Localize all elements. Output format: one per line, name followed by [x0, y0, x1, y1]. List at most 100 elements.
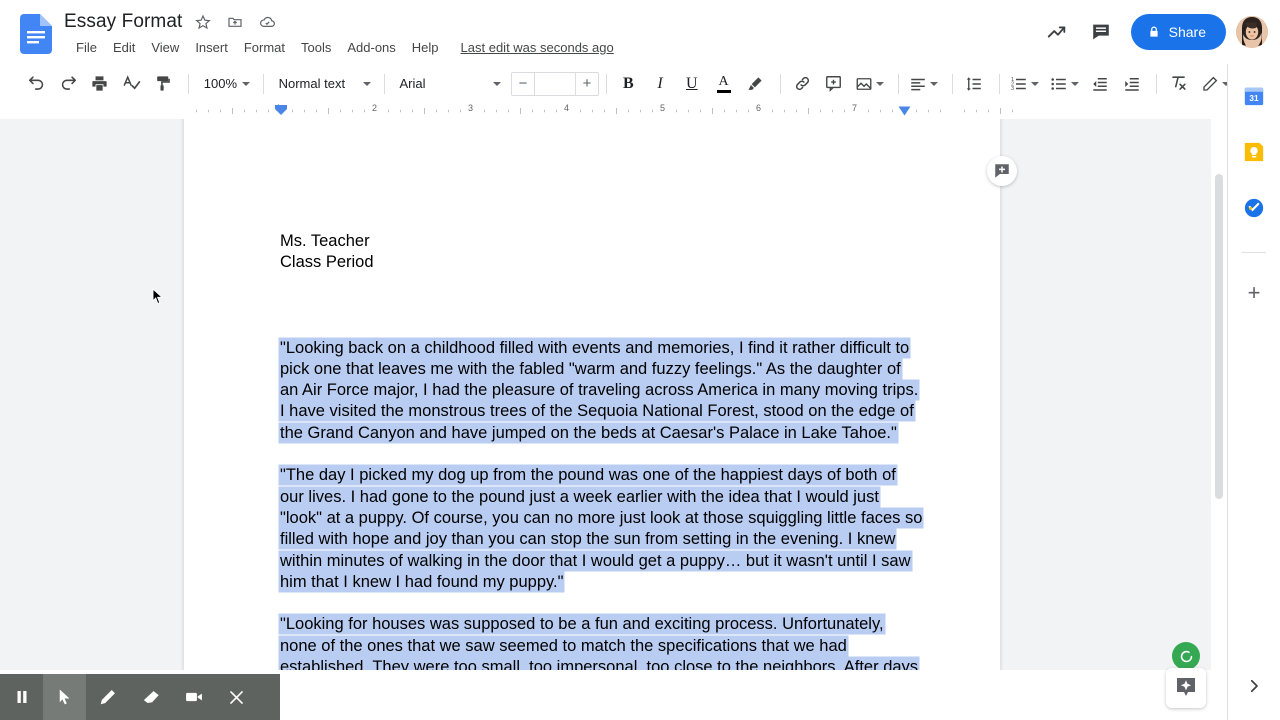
- underline-button[interactable]: U: [677, 69, 706, 99]
- document-text-line[interactable]: within minutes of walking in the door th…: [280, 551, 911, 572]
- ruler-tick-label: 4: [564, 103, 570, 113]
- move-to-folder-icon[interactable]: [224, 11, 246, 33]
- menu-help[interactable]: Help: [404, 39, 447, 56]
- text-color-label: A: [718, 73, 729, 89]
- font-size-input[interactable]: [533, 71, 576, 96]
- document-text-line[interactable]: "Looking for houses was supposed to be a…: [280, 614, 884, 635]
- horizontal-ruler[interactable]: 1234567: [0, 103, 1227, 119]
- document-text-line[interactable]: him that I knew I had found my puppy.": [280, 572, 564, 593]
- last-edit-status[interactable]: Last edit was seconds ago: [461, 40, 614, 55]
- align-left-icon[interactable]: [906, 69, 942, 99]
- add-on-plus-button[interactable]: +: [1242, 281, 1266, 305]
- mouse-cursor: [152, 288, 164, 306]
- menu-add-ons[interactable]: Add-ons: [339, 39, 403, 56]
- font-family-select[interactable]: Arial: [391, 71, 507, 97]
- google-tasks-icon[interactable]: [1242, 196, 1266, 220]
- decrease-indent-icon[interactable]: [1086, 69, 1115, 99]
- bold-button[interactable]: B: [614, 69, 643, 99]
- star-icon[interactable]: [192, 11, 214, 33]
- menu-insert[interactable]: Insert: [187, 39, 236, 56]
- numbered-list-icon[interactable]: 1 2 3: [1007, 69, 1043, 99]
- undo-icon[interactable]: [22, 69, 51, 99]
- document-canvas[interactable]: Ms. Teacher Class Period "Looking back on …: [0, 119, 1227, 670]
- document-text-line[interactable]: our lives. I had gone to the pound just …: [280, 487, 879, 508]
- google-keep-icon[interactable]: [1242, 140, 1266, 164]
- ruler-tick-label: 2: [372, 103, 378, 113]
- close-button[interactable]: [215, 674, 258, 720]
- share-label: Share: [1168, 24, 1206, 40]
- comment-icon[interactable]: [1081, 12, 1121, 52]
- redo-icon[interactable]: [54, 69, 83, 99]
- share-button[interactable]: Share: [1130, 14, 1226, 50]
- document-line-text: filled with hope and joy than you can st…: [280, 530, 896, 549]
- toolbar-divider: [262, 73, 264, 94]
- left-indent-marker[interactable]: [274, 104, 288, 116]
- menu-view[interactable]: View: [143, 39, 187, 56]
- insert-image-icon[interactable]: [851, 69, 887, 99]
- right-indent-marker[interactable]: [898, 106, 911, 117]
- document-line-text: none of the ones that we saw seemed to m…: [280, 636, 847, 655]
- document-line-text: our lives. I had gone to the pound just …: [280, 487, 879, 506]
- menu-file[interactable]: File: [68, 39, 105, 56]
- top-right-actions: Share: [1037, 12, 1268, 52]
- ruler-tick-label: 3: [468, 103, 474, 113]
- title-row: Essay Format: [64, 8, 278, 36]
- document-text-line[interactable]: "The day I picked my dog up from the pou…: [280, 465, 896, 486]
- font-size-increase-button[interactable]: +: [576, 72, 598, 96]
- clear-formatting-icon[interactable]: [1164, 69, 1193, 99]
- user-avatar[interactable]: [1236, 16, 1268, 48]
- add-comment-icon[interactable]: [819, 69, 848, 99]
- document-scrollbar[interactable]: [1211, 119, 1227, 670]
- document-text-line[interactable]: Ms. Teacher: [280, 231, 370, 252]
- document-text-line[interactable]: pick one that leaves me with the fabled …: [280, 359, 901, 380]
- menu-format[interactable]: Format: [236, 39, 293, 56]
- pen-button[interactable]: [86, 674, 129, 720]
- record-button[interactable]: [172, 674, 215, 720]
- highlight-icon[interactable]: [741, 69, 770, 99]
- font-size-decrease-button[interactable]: −: [512, 72, 534, 96]
- cursor-button[interactable]: [43, 674, 86, 720]
- document-text-line[interactable]: an Air Force major, I had the pleasure o…: [280, 380, 919, 401]
- paragraph-style-select[interactable]: Normal text: [271, 71, 377, 97]
- document-text-line[interactable]: filled with hope and joy than you can st…: [280, 529, 896, 550]
- document-text-line[interactable]: Class Period: [280, 252, 374, 273]
- toolbar-divider: [952, 73, 954, 94]
- activity-dashboard-icon[interactable]: [1037, 12, 1077, 52]
- increase-indent-icon[interactable]: [1117, 69, 1146, 99]
- chevron-down-icon: [875, 81, 884, 86]
- eraser-button[interactable]: [129, 674, 172, 720]
- bulleted-list-icon[interactable]: [1046, 69, 1082, 99]
- link-icon[interactable]: [788, 69, 817, 99]
- paint-format-icon[interactable]: [149, 69, 178, 99]
- document-text-line[interactable]: the Grand Canyon and have jumped on the …: [280, 423, 897, 444]
- line-spacing-icon[interactable]: [960, 69, 989, 99]
- document-page[interactable]: Ms. Teacher Class Period "Looking back on …: [184, 119, 1000, 670]
- page-title[interactable]: Essay Format: [64, 11, 182, 33]
- document-text-line[interactable]: "Looking back on a childhood filled with…: [280, 338, 910, 359]
- assistant-sparkle-icon[interactable]: [1166, 668, 1206, 708]
- document-text-line[interactable]: established. They were too small, too im…: [280, 657, 919, 670]
- document-text-line[interactable]: I have visited the monstrous trees of th…: [280, 401, 914, 422]
- ruler-tick-label: 7: [852, 103, 858, 113]
- chevron-right-icon[interactable]: [1240, 672, 1268, 700]
- chevron-down-icon: [1070, 81, 1079, 86]
- spellcheck-icon[interactable]: [117, 69, 146, 99]
- document-line-text: Ms. Teacher: [280, 232, 370, 250]
- zoom-select[interactable]: 100%: [196, 71, 256, 97]
- document-text-line[interactable]: "look" at a puppy. Of course, you can no…: [280, 508, 923, 529]
- toolbar-divider: [779, 73, 781, 94]
- document-text-line[interactable]: none of the ones that we saw seemed to m…: [280, 636, 847, 657]
- toolbar-divider: [897, 73, 899, 94]
- menu-tools[interactable]: Tools: [293, 39, 339, 56]
- google-calendar-icon[interactable]: 31: [1242, 84, 1266, 108]
- italic-button[interactable]: I: [646, 69, 675, 99]
- explore-icon[interactable]: [1172, 642, 1200, 670]
- add-comment-bubble-icon[interactable]: [987, 156, 1017, 186]
- scrollbar-thumb[interactable]: [1215, 174, 1223, 499]
- pause-button[interactable]: [0, 674, 43, 720]
- cloud-saved-icon[interactable]: [256, 11, 278, 33]
- document-line-text: pick one that leaves me with the fabled …: [280, 359, 901, 378]
- print-icon[interactable]: [86, 69, 115, 99]
- menu-edit[interactable]: Edit: [105, 39, 143, 56]
- text-color-button[interactable]: A: [709, 69, 738, 99]
